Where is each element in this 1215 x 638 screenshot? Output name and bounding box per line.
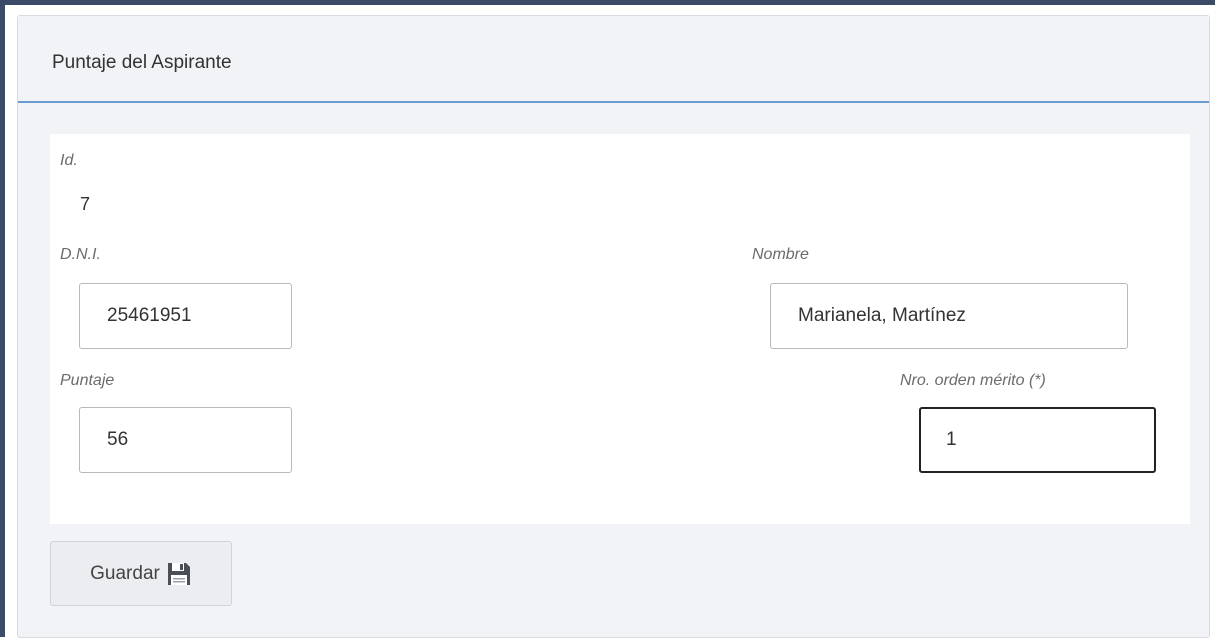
dni-label: D.N.I. xyxy=(60,246,101,263)
save-button-label: Guardar xyxy=(90,562,160,584)
panel-header: Puntaje del Aspirante xyxy=(18,16,1209,103)
dni-field[interactable] xyxy=(79,283,292,349)
puntaje-field[interactable] xyxy=(79,407,292,473)
id-label: Id. xyxy=(60,152,78,169)
save-button[interactable]: Guardar xyxy=(50,541,232,606)
orden-merito-field[interactable] xyxy=(919,407,1156,473)
id-value: 7 xyxy=(80,194,91,214)
window-frame: Puntaje del Aspirante Id. 7 D.N.I. Nombr… xyxy=(0,0,1215,638)
nombre-label: Nombre xyxy=(752,246,809,263)
floppy-disk-icon xyxy=(166,561,192,587)
applicant-form: Id. 7 D.N.I. Nombre Puntaje Nro. orden m… xyxy=(50,134,1190,524)
puntaje-label: Puntaje xyxy=(60,372,115,389)
nombre-field[interactable] xyxy=(770,283,1128,349)
orden-merito-label: Nro. orden mérito (*) xyxy=(900,372,1046,389)
score-panel: Puntaje del Aspirante Id. 7 D.N.I. Nombr… xyxy=(17,15,1210,638)
panel-title: Puntaje del Aspirante xyxy=(52,52,232,73)
